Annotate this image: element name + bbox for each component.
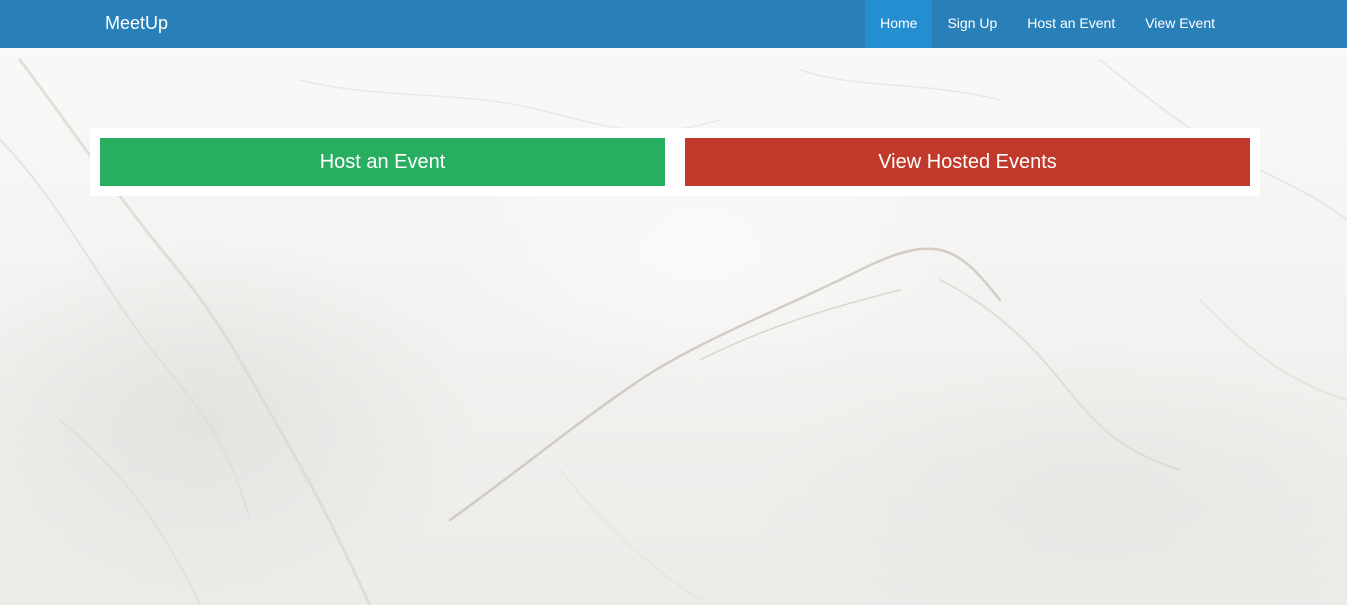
top-navbar: MeetUp Home Sign Up Host an Event View E… xyxy=(0,0,1347,48)
nav-link-sign-up[interactable]: Sign Up xyxy=(932,0,1012,48)
brand-logo-link[interactable]: MeetUp xyxy=(105,0,168,48)
action-panel: Host an Event View Hosted Events xyxy=(90,128,1260,196)
view-hosted-events-button[interactable]: View Hosted Events xyxy=(685,138,1250,186)
nav-menu: Home Sign Up Host an Event View Event xyxy=(865,0,1230,48)
nav-item-sign-up: Sign Up xyxy=(932,0,1012,48)
nav-link-home[interactable]: Home xyxy=(865,0,933,48)
nav-item-home: Home xyxy=(865,0,933,48)
nav-link-host-event[interactable]: Host an Event xyxy=(1012,0,1130,48)
host-event-button[interactable]: Host an Event xyxy=(100,138,665,186)
nav-item-host-event: Host an Event xyxy=(1012,0,1130,48)
nav-link-view-event[interactable]: View Event xyxy=(1130,0,1230,48)
marble-veins xyxy=(0,58,1347,605)
nav-item-view-event: View Event xyxy=(1130,0,1230,48)
marble-background xyxy=(0,0,1347,605)
